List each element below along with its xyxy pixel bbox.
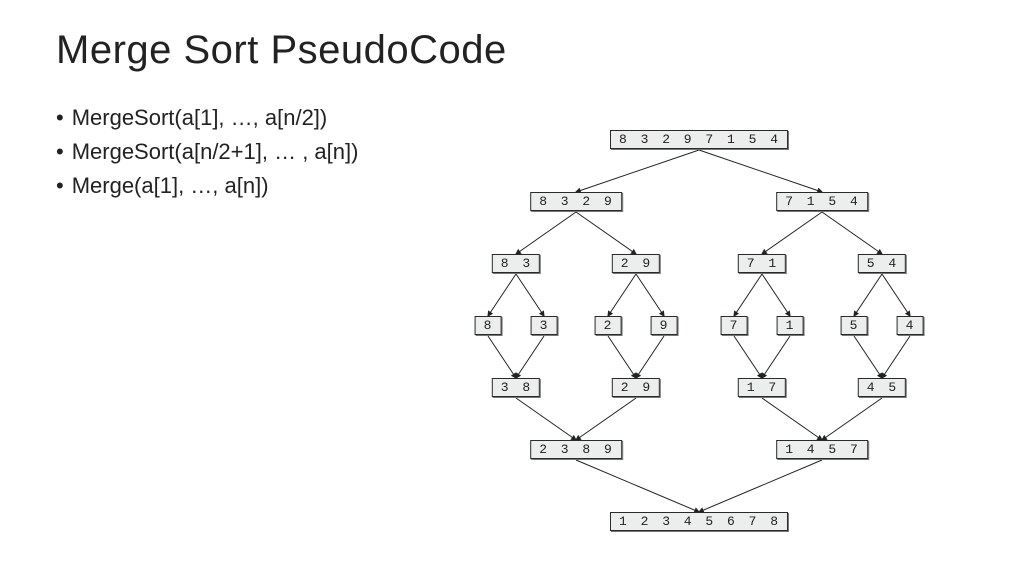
- diagram-node: 1 7: [738, 378, 786, 397]
- diagram-edge: [516, 212, 576, 254]
- diagram-node: 3 8: [492, 378, 540, 397]
- diagram-edge: [882, 274, 910, 316]
- diagram-edges: [416, 120, 982, 560]
- diagram-edge: [854, 336, 882, 378]
- merge-sort-diagram: 8 3 2 9 7 1 5 4 8 3 2 9 7 1 5 4 8 3 2 9 7 1 5 …: [416, 120, 982, 560]
- diagram-node: 2 3 8 9: [530, 440, 622, 459]
- bullet-dot-icon: •: [56, 169, 64, 203]
- bullet-dot-icon: •: [56, 101, 64, 135]
- slide: Merge Sort PseudoCode • MergeSort(a[1], …: [0, 0, 1024, 576]
- diagram-edge: [734, 274, 762, 316]
- diagram-edge: [762, 336, 790, 378]
- diagram-edge: [576, 150, 699, 192]
- diagram-edge: [636, 274, 664, 316]
- diagram-edge: [576, 460, 699, 512]
- diagram-edge: [734, 336, 762, 378]
- diagram-edge: [516, 274, 544, 316]
- diagram-node: 7 1 5 4: [776, 192, 868, 211]
- diagram-edge: [608, 336, 636, 378]
- diagram-node: 2: [595, 316, 622, 335]
- diagram-node: 8: [475, 316, 502, 335]
- diagram-edge: [822, 398, 882, 440]
- diagram-edge: [608, 274, 636, 316]
- diagram-edge: [576, 212, 636, 254]
- diagram-edge: [822, 212, 882, 254]
- diagram-node: 5 4: [858, 254, 906, 273]
- diagram-edge: [699, 460, 822, 512]
- diagram-node: 4: [897, 316, 924, 335]
- diagram-node: 1 4 5 7: [776, 440, 868, 459]
- diagram-node: 2 9: [612, 254, 660, 273]
- diagram-edge: [488, 274, 516, 316]
- diagram-edge: [854, 274, 882, 316]
- diagram-edge: [882, 336, 910, 378]
- diagram-node: 4 5: [858, 378, 906, 397]
- diagram-edge: [762, 274, 790, 316]
- diagram-edge: [516, 336, 544, 378]
- diagram-node: 1: [777, 316, 804, 335]
- diagram-edge: [762, 212, 822, 254]
- diagram-node: 5: [841, 316, 868, 335]
- bullet-text: MergeSort(a[n/2+1], … , a[n]): [72, 135, 359, 169]
- diagram-node: 8 3 2 9: [530, 192, 622, 211]
- diagram-edge: [576, 398, 636, 440]
- slide-title: Merge Sort PseudoCode: [56, 28, 968, 73]
- diagram-node: 2 9: [612, 378, 660, 397]
- diagram-node: 9: [651, 316, 678, 335]
- bullet-text: MergeSort(a[1], …, a[n/2]): [72, 101, 328, 135]
- diagram-node: 7 1: [738, 254, 786, 273]
- diagram-edge: [636, 336, 664, 378]
- diagram-node: 7: [721, 316, 748, 335]
- bullet-dot-icon: •: [56, 135, 64, 169]
- diagram-edge: [488, 336, 516, 378]
- diagram-node: 3: [531, 316, 558, 335]
- diagram-edge: [762, 398, 822, 440]
- diagram-edge: [699, 150, 822, 192]
- diagram-edge: [516, 398, 576, 440]
- diagram-node: 8 3 2 9 7 1 5 4: [610, 130, 788, 149]
- bullet-text: Merge(a[1], …, a[n]): [72, 169, 269, 203]
- diagram-node: 1 2 3 4 5 6 7 8: [610, 512, 788, 531]
- diagram-node: 8 3: [492, 254, 540, 273]
